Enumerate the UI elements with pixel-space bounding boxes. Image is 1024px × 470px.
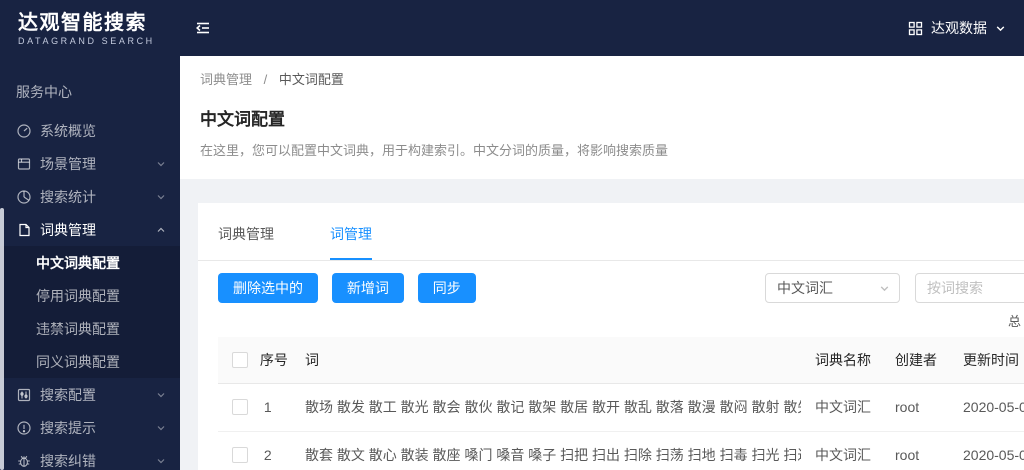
page-title: 中文词配置 [200, 110, 285, 129]
page-description: 在这里，您可以配置中文词典，用于构建索引。中文分词的质量，将影响搜索质量 [200, 143, 669, 158]
sidebar-item-label: 停用词典配置 [36, 287, 120, 304]
org-switcher[interactable]: 达观数据 [908, 18, 1024, 38]
sidebar-item-search-stats[interactable]: 搜索统计 [0, 180, 180, 213]
row-index: 1 [263, 399, 272, 415]
sidebar-item-dictionary-management[interactable]: 词典管理 [0, 213, 180, 246]
sidebar-item-synonym-dict-config[interactable]: 同义词典配置 [0, 345, 180, 378]
logo-subtitle: DATAGRAND SEARCH [18, 35, 155, 46]
breadcrumb-current: 中文词配置 [278, 72, 344, 87]
chevron-down-icon [156, 390, 166, 400]
sidebar-item-label: 搜索提示 [40, 419, 96, 436]
page-header: 词典管理 / 中文词配置 中文词配置 在这里，您可以配置中文词典，用于构建索引。… [180, 56, 1024, 179]
chevron-down-icon [156, 423, 166, 433]
chevron-down-icon [156, 159, 166, 169]
dashboard-icon [16, 123, 32, 139]
sidebar-item-chinese-dict-config[interactable]: 中文词典配置 [0, 246, 180, 279]
content-card: 词典管理 词管理 删除选中的 新增词 同步 中文词汇 总 [198, 203, 1024, 470]
sidebar-item-label: 同义词典配置 [36, 353, 120, 370]
sidebar-item-label: 搜索配置 [40, 386, 96, 403]
breadcrumb-separator: / [263, 72, 268, 87]
sidebar-item-search-config[interactable]: 搜索配置 [0, 378, 180, 411]
sidebar-collapse-icon[interactable] [194, 19, 212, 37]
app-header: 达观智能搜索 DATAGRAND SEARCH 达观数据 [0, 0, 1024, 56]
row-dict-name: 中文词汇 [801, 431, 881, 470]
column-index: 序号 [218, 337, 291, 384]
org-name: 达观数据 [931, 20, 987, 36]
sidebar-item-label: 搜索统计 [40, 188, 96, 205]
table-header-row: 序号 词 词典名称 创建者 更新时间 [218, 337, 1024, 384]
row-index: 2 [263, 447, 272, 463]
row-words: 散场 散发 散工 散光 散会 散伙 散记 散架 散居 散开 散乱 散落 散漫 散… [305, 399, 801, 415]
row-index-cell: 1 [218, 383, 291, 432]
select-all-checkbox[interactable] [232, 351, 248, 368]
row-index-cell: 2 [218, 431, 291, 470]
total-count-label: 总 [1008, 314, 1022, 329]
chevron-down-icon [995, 23, 1006, 34]
dict-select-value: 中文词汇 [777, 280, 833, 296]
word-search-input[interactable] [915, 273, 1024, 303]
row-checkbox[interactable] [232, 399, 248, 415]
row-updated: 2020-05-06 [949, 431, 1024, 470]
table-row: 1 散场 散发 散工 散光 散会 散伙 散记 散架 散居 散开 散乱 散落 散漫… [218, 383, 1024, 432]
sidebar-scrollbar[interactable] [0, 208, 4, 470]
sidebar-item-label: 搜索纠错 [40, 452, 96, 469]
sidebar-item-label: 场景管理 [40, 155, 96, 172]
row-checkbox[interactable] [232, 447, 248, 463]
table-row: 2 散套 散文 散心 散装 散座 嗓门 嗓音 嗓子 扫把 扫出 扫除 扫荡 扫地… [218, 431, 1024, 470]
row-creator: root [881, 431, 949, 470]
sidebar-item-label: 中文词典配置 [36, 254, 120, 271]
dictionary-submenu: 中文词典配置 停用词典配置 违禁词典配置 同义词典配置 [0, 246, 180, 378]
logo-title: 达观智能搜索 [18, 11, 147, 34]
scene-icon [16, 156, 32, 172]
sidebar: 服务中心 系统概览 场景管理 搜索统计 词典管理 中文词典配置 停用词典配置 违… [0, 56, 180, 470]
stats-pie-icon [16, 189, 32, 205]
sidebar-item-stopword-dict-config[interactable]: 停用词典配置 [0, 279, 180, 312]
word-table: 序号 词 词典名称 创建者 更新时间 1 散场 散发 散工 散光 散会 散伙 散… [218, 337, 1024, 470]
chevron-down-icon [879, 283, 890, 294]
column-word: 词 [291, 337, 801, 384]
breadcrumb-parent[interactable]: 词典管理 [200, 72, 252, 87]
column-updated: 更新时间 [949, 337, 1024, 384]
row-dict-name: 中文词汇 [801, 383, 881, 432]
row-words-cell: 散场 散发 散工 散光 散会 散伙 散记 散架 散居 散开 散乱 散落 散漫 散… [291, 383, 801, 432]
sidebar-section-label: 服务中心 [16, 84, 72, 100]
sidebar-item-label: 词典管理 [40, 221, 96, 238]
search-hint-icon [16, 420, 32, 436]
tab-word-management[interactable]: 词管理 [330, 203, 372, 260]
sidebar-item-system-overview[interactable]: 系统概览 [0, 114, 180, 147]
sidebar-item-scene-management[interactable]: 场景管理 [0, 147, 180, 180]
bug-icon [16, 453, 32, 469]
toolbar: 删除选中的 新增词 同步 中文词汇 [218, 273, 1024, 303]
sidebar-item-search-correction[interactable]: 搜索纠错 [0, 444, 180, 470]
search-config-icon [16, 387, 32, 403]
tab-dictionary-management[interactable]: 词典管理 [218, 203, 274, 260]
main-content: 词典管理 / 中文词配置 中文词配置 在这里，您可以配置中文词典，用于构建索引。… [180, 56, 1024, 470]
column-dict-name: 词典名称 [801, 337, 881, 384]
sidebar-item-label: 系统概览 [40, 122, 96, 139]
app-logo: 达观智能搜索 DATAGRAND SEARCH [0, 11, 180, 46]
row-words: 散套 散文 散心 散装 散座 嗓门 嗓音 嗓子 扫把 扫出 扫除 扫荡 扫地 扫… [305, 447, 801, 463]
tab-bar: 词典管理 词管理 [198, 203, 1024, 261]
row-words-cell: 散套 散文 散心 散装 散座 嗓门 嗓音 嗓子 扫把 扫出 扫除 扫荡 扫地 扫… [291, 431, 801, 470]
dictionary-icon [16, 222, 32, 238]
appstore-grid-icon [908, 21, 923, 36]
row-creator: root [881, 383, 949, 432]
dict-select[interactable]: 中文词汇 [765, 273, 900, 303]
chevron-down-icon [156, 192, 166, 202]
sync-button[interactable]: 同步 [417, 273, 476, 303]
total-count-row: 总 [218, 309, 1024, 329]
sidebar-item-label: 违禁词典配置 [36, 320, 120, 337]
delete-selected-button[interactable]: 删除选中的 [218, 273, 318, 303]
column-creator: 创建者 [881, 337, 949, 384]
chevron-up-icon [156, 225, 166, 235]
add-word-button[interactable]: 新增词 [331, 273, 404, 303]
chevron-down-icon [156, 456, 166, 466]
row-updated: 2020-05-06 [949, 383, 1024, 432]
breadcrumb: 词典管理 / 中文词配置 [200, 69, 1004, 88]
sidebar-item-banned-dict-config[interactable]: 违禁词典配置 [0, 312, 180, 345]
sidebar-item-search-hint[interactable]: 搜索提示 [0, 411, 180, 444]
